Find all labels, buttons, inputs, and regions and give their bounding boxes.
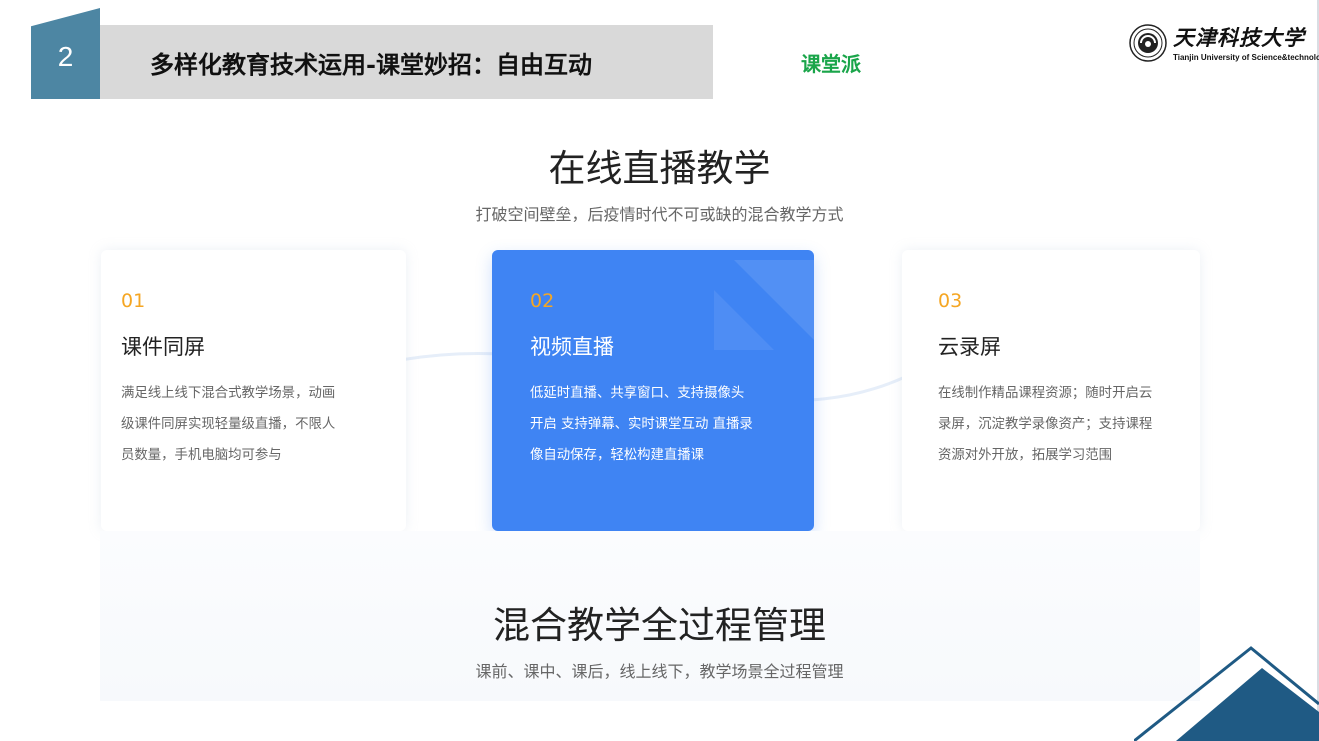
card-desc-line: 级课件同屏实现轻量级直播，不限人 — [121, 417, 336, 432]
card-desc-line: 开启 支持弹幕、实时课堂互动 直播录 — [530, 417, 753, 432]
section-number-badge: 2 — [31, 8, 100, 99]
feature-card-video-live[interactable]: 02 视频直播 低延时直播、共享窗口、支持摄像头 开启 支持弹幕、实时课堂互动 … — [492, 250, 814, 531]
live-teaching-title: 在线直播教学 — [548, 147, 771, 190]
card-desc-line: 录屏，沉淀教学录像资产；支持课程 — [938, 417, 1153, 432]
feature-card-cloud-record[interactable]: 03 云录屏 在线制作精品课程资源；随时开启云 录屏，沉淀教学录像资产；支持课程… — [902, 250, 1200, 531]
triangle-decoration-icon — [1134, 646, 1319, 741]
card-number: 03 — [938, 290, 963, 312]
university-seal-icon — [1129, 24, 1167, 62]
slide-title: 多样化教育技术运用-课堂妙招：自由互动 — [150, 50, 592, 79]
card-description: 满足线上线下混合式教学场景，动画 级课件同屏实现轻量级直播，不限人 员数量，手机… — [121, 378, 373, 471]
card-title: 云录屏 — [938, 335, 1001, 359]
card-desc-line: 资源对外开放，拓展学习范围 — [938, 448, 1113, 463]
card-desc-line: 员数量，手机电脑均可参与 — [121, 448, 282, 463]
card-number: 01 — [121, 290, 146, 312]
logo-name-en: Tianjin University of Science&technology — [1173, 53, 1319, 62]
live-teaching-subtitle: 打破空间壁垒，后疫情时代不可或缺的混合教学方式 — [475, 205, 844, 224]
logo-name-cn: 天津科技大学 — [1173, 25, 1305, 50]
feature-card-courseware[interactable]: 01 课件同屏 满足线上线下混合式教学场景，动画 级课件同屏实现轻量级直播，不限… — [101, 250, 406, 531]
card-description: 在线制作精品课程资源；随时开启云 录屏，沉淀教学录像资产；支持课程 资源对外开放… — [938, 378, 1190, 471]
card-desc-line: 在线制作精品课程资源；随时开启云 — [938, 386, 1153, 401]
card-desc-line: 像自动保存，轻松构建直播课 — [530, 448, 705, 463]
card-desc-line: 低延时直播、共享窗口、支持摄像头 — [530, 386, 745, 401]
university-logo: 天津科技大学 Tianjin University of Science&tec… — [1129, 22, 1319, 64]
card-title: 课件同屏 — [121, 335, 205, 359]
card-description: 低延时直播、共享窗口、支持摄像头 开启 支持弹幕、实时课堂互动 直播录 像自动保… — [530, 378, 782, 471]
card-number: 02 — [530, 290, 555, 312]
play-shape-icon — [714, 260, 814, 350]
card-title: 视频直播 — [530, 335, 614, 359]
title-bar: 多样化教育技术运用-课堂妙招：自由互动 — [100, 25, 713, 99]
card-desc-line: 满足线上线下混合式教学场景，动画 — [121, 386, 336, 401]
brand-tag: 课堂派 — [801, 52, 861, 76]
blended-management-title: 混合教学全过程管理 — [493, 604, 826, 647]
blended-management-subtitle: 课前、课中、课后，线上线下，教学场景全过程管理 — [475, 662, 844, 681]
